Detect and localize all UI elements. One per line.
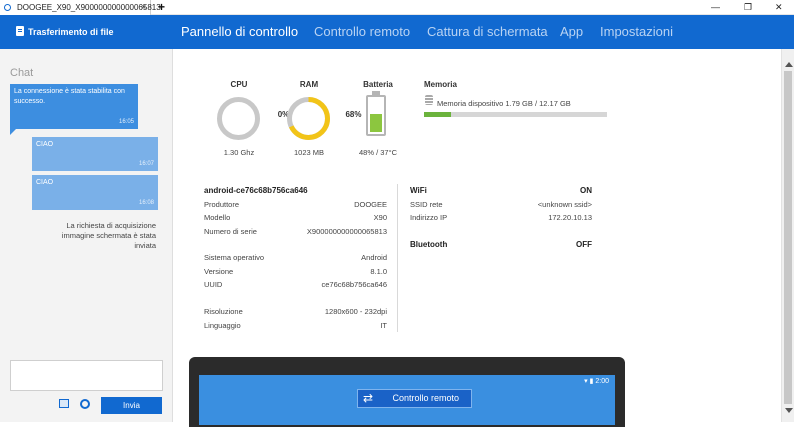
info-key: Risoluzione (204, 307, 243, 316)
ssid-value: <unknown ssid> (537, 200, 592, 209)
info-key: Modello (204, 213, 231, 222)
ssid-label: SSID rete (410, 200, 443, 209)
remote-control-label: Controllo remoto (392, 393, 459, 403)
info-value: X900000000000065813 (306, 227, 387, 236)
ip-label: Indirizzo IP (410, 213, 448, 222)
tab-icon (4, 4, 11, 11)
file-transfer-label: Trasferimento di file (28, 27, 114, 37)
message-text: CIAO (36, 179, 54, 186)
swap-arrows-icon: ⇄ (363, 391, 374, 405)
scrollbar-thumb[interactable] (784, 71, 792, 404)
info-value: 1280x600 - 232dpi (324, 307, 387, 316)
battery-label: Batteria (363, 80, 393, 89)
send-button[interactable]: Invia (101, 397, 162, 414)
battery-level (370, 114, 382, 132)
ram-size: 1023 MB (293, 148, 325, 157)
memory-bar (424, 112, 607, 117)
minimize-button[interactable]: — (711, 0, 720, 15)
column-divider (397, 184, 398, 332)
info-value: IT (380, 321, 387, 330)
info-value: X90 (373, 213, 387, 222)
bluetooth-label: Bluetooth (410, 240, 448, 249)
chat-message-incoming: La connessione è stata stabilita con suc… (10, 84, 138, 129)
message-time: 16:08 (138, 200, 154, 206)
title-bar: DOOGEE_X90_X900000000000065813 × + — ❐ ✕ (0, 0, 794, 15)
tab-apps[interactable]: App (560, 15, 583, 49)
info-key: Versione (204, 267, 234, 276)
device-tab[interactable]: DOOGEE_X90_X900000000000065813 × (0, 0, 161, 15)
nav-bar: Trasferimento di file Pannello di contro… (0, 15, 794, 49)
file-transfer-button[interactable]: Trasferimento di file (16, 15, 114, 49)
memory-usage-text: Memoria dispositivo 1.79 GB / 12.17 GB (437, 99, 571, 108)
tab-screenshot[interactable]: Cattura di schermata (427, 15, 548, 49)
scroll-down-icon[interactable] (785, 408, 793, 413)
status-bar: ▾ ▮ 2:00 (584, 378, 609, 385)
info-key: Sistema operativo (204, 253, 265, 262)
status-time: 2:00 (595, 378, 609, 385)
chat-message-outgoing: CIAO 16:08 (32, 175, 158, 210)
message-text: La connessione è stata stabilita con suc… (14, 88, 125, 105)
bluetooth-status: OFF (576, 240, 592, 249)
info-key: Produttore (204, 200, 240, 209)
device-id: android-ce76c68b756ca646 (204, 186, 308, 195)
info-value: 8.1.0 (370, 267, 387, 276)
chat-title: Chat (10, 67, 34, 79)
screenshot-tool-icon[interactable] (59, 399, 69, 408)
message-time: 16:05 (118, 119, 134, 125)
message-time: 16:07 (138, 161, 154, 167)
new-tab-button[interactable]: + (158, 0, 165, 14)
info-value: Android (361, 253, 387, 262)
cpu-gauge: 0% (216, 96, 289, 141)
ram-gauge: 68% (286, 96, 362, 141)
tab-settings[interactable]: Impostazioni (600, 15, 673, 49)
bubble-tail (10, 128, 17, 135)
battery-icon (366, 91, 386, 136)
alarm-icon[interactable] (80, 399, 90, 409)
restore-button[interactable]: ❐ (744, 0, 752, 15)
storage-icon (425, 95, 433, 105)
scroll-up-icon[interactable] (785, 62, 793, 67)
memory-label: Memoria (424, 80, 457, 89)
info-value: DOOGEE (354, 200, 387, 209)
remote-control-button[interactable]: ⇄ Controllo remoto (357, 389, 472, 408)
info-key: UUID (204, 280, 223, 289)
ram-label: RAM (299, 80, 319, 89)
cpu-label: CPU (230, 80, 248, 89)
wifi-status: ON (580, 186, 592, 195)
scrollbar[interactable] (781, 49, 794, 422)
close-window-button[interactable]: ✕ (775, 0, 783, 15)
system-message: La richiesta di acquisizione immagine sc… (61, 221, 156, 250)
info-key: Linguaggio (204, 321, 241, 330)
tab-remote-control[interactable]: Controllo remoto (314, 15, 410, 49)
memory-bar-fill (424, 112, 451, 117)
ip-value: 172.20.10.13 (548, 213, 592, 222)
close-tab-icon[interactable]: × (141, 0, 146, 15)
tab-dashboard[interactable]: Pannello di controllo (181, 15, 298, 49)
chat-message-outgoing: CIAO 16:07 (32, 137, 158, 171)
message-text: CIAO (36, 141, 54, 148)
info-key: Numero di serie (204, 227, 257, 236)
battery-status: 48% / 37°C (358, 148, 398, 157)
tab-title: DOOGEE_X90_X900000000000065813 (17, 3, 161, 12)
chat-input[interactable] (10, 360, 163, 391)
cpu-frequency: 1.30 Ghz (223, 148, 255, 157)
info-value: ce76c68b756ca646 (321, 280, 387, 289)
file-icon (16, 26, 24, 36)
wifi-label: WiFi (410, 186, 427, 195)
